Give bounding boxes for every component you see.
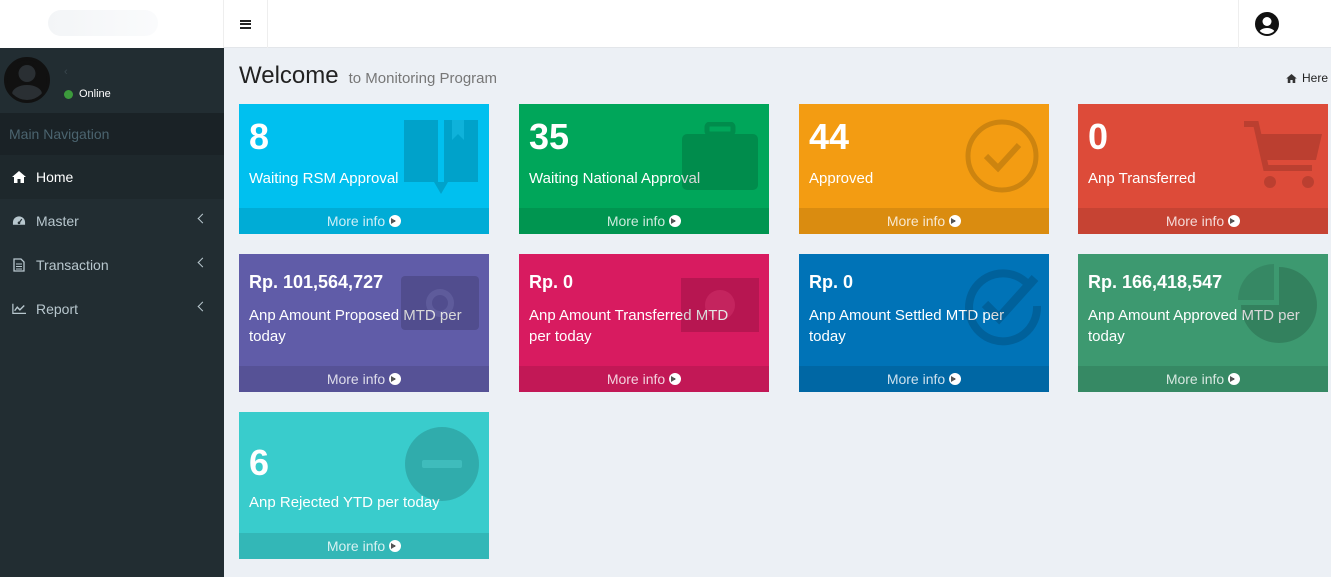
arrow-circle-right-icon <box>669 215 682 227</box>
camera-icon <box>401 276 479 330</box>
stat-value: 35 <box>529 116 570 157</box>
more-info-label: More info <box>326 538 386 554</box>
more-info-link[interactable]: More info <box>519 208 769 234</box>
status-label: Online <box>79 88 111 100</box>
sidebar-item-label: Report <box>36 301 79 317</box>
cart-icon <box>1244 121 1322 188</box>
more-info-link[interactable]: More info <box>799 366 1049 392</box>
arrow-circle-right-icon <box>389 215 402 227</box>
more-info-label: More info <box>606 371 666 387</box>
stat-box-waiting-national: 35 Waiting National Approval More info <box>519 104 769 234</box>
home-icon <box>1286 73 1297 83</box>
pie-chart-icon <box>1238 264 1317 343</box>
logo-image <box>48 10 158 36</box>
stat-box-anp-rejected: 6 Anp Rejected YTD per today More info <box>239 412 489 559</box>
more-info-label: More info <box>886 371 946 387</box>
more-info-label: More info <box>1165 371 1225 387</box>
user-menu-button[interactable] <box>1238 0 1331 48</box>
stat-box-approved: 44 Approved More info <box>799 104 1049 234</box>
sidebar-item-master[interactable]: Master <box>0 199 224 243</box>
more-info-link[interactable]: More info <box>239 366 489 392</box>
arrow-circle-right-icon <box>669 373 682 385</box>
sidebar-item-report[interactable]: Report <box>0 287 224 331</box>
dashboard-icon <box>12 214 26 228</box>
page-title: Welcome <box>239 62 339 89</box>
stat-box-amount-transferred: Rp. 0 Anp Amount Transferred MTD per tod… <box>519 254 769 392</box>
user-avatar-large-icon <box>4 57 50 103</box>
arrow-circle-right-icon <box>949 373 962 385</box>
arrow-circle-right-icon <box>1228 373 1241 385</box>
arrow-circle-right-icon <box>1228 215 1241 227</box>
more-info-label: More info <box>326 371 386 387</box>
minus-circle-icon <box>405 427 479 501</box>
chevron-left-icon <box>197 301 208 312</box>
user-avatar-icon <box>1255 12 1279 36</box>
more-info-label: More info <box>606 213 666 229</box>
sidebar-item-label: Home <box>36 169 74 185</box>
chevron-left-icon <box>197 213 208 224</box>
status-dot-icon <box>64 89 73 99</box>
arrow-circle-right-icon <box>389 540 402 552</box>
sidebar-item-label: Transaction <box>36 257 109 273</box>
more-info-label: More info <box>326 213 386 229</box>
breadcrumb-label: Here <box>1301 71 1328 85</box>
arrow-circle-right-icon <box>949 215 962 227</box>
logo[interactable] <box>0 0 224 48</box>
more-info-link[interactable]: More info <box>519 366 769 392</box>
money-icon <box>681 278 759 332</box>
more-info-link[interactable]: More info <box>1078 208 1328 234</box>
stat-box-anp-transferred: 0 Anp Transferred More info <box>1078 104 1328 234</box>
stat-value: 0 <box>1088 116 1109 157</box>
more-info-label: More info <box>1165 213 1225 229</box>
stat-value: 8 <box>249 116 270 157</box>
more-info-link[interactable]: More info <box>799 208 1049 234</box>
stat-value: Rp. 0 <box>809 272 854 292</box>
sidebar-item-transaction[interactable]: Transaction <box>0 243 224 287</box>
user-panel: ‹ Online <box>0 48 224 113</box>
content-header: Welcome to Monitoring Program <box>239 62 497 90</box>
more-info-link[interactable]: More info <box>1078 366 1328 392</box>
stat-value: Rp. 0 <box>529 272 574 292</box>
sidebar-item-label: Master <box>36 213 79 229</box>
more-info-link[interactable]: More info <box>239 208 489 234</box>
sidebar-toggle-button[interactable] <box>224 0 268 48</box>
more-info-link[interactable]: More info <box>239 533 489 559</box>
book-icon <box>404 120 478 194</box>
sidebar-item-home[interactable]: Home <box>0 155 224 199</box>
user-name-blurred: ‹ <box>64 66 68 78</box>
check-circle-outline-icon <box>965 269 1042 346</box>
top-header <box>0 0 1331 48</box>
breadcrumb[interactable]: Here <box>1286 71 1328 85</box>
stat-value: Rp. 166,418,547 <box>1088 272 1223 292</box>
bars-icon <box>240 19 251 29</box>
file-text-icon <box>12 258 26 272</box>
line-chart-icon <box>12 302 26 316</box>
chevron-left-icon <box>197 257 208 268</box>
briefcase-icon <box>682 122 758 190</box>
stat-box-waiting-rsm: 8 Waiting RSM Approval More info <box>239 104 489 234</box>
stat-box-amount-settled: Rp. 0 Anp Amount Settled MTD per today M… <box>799 254 1049 392</box>
arrow-circle-right-icon <box>389 373 402 385</box>
stat-value: 6 <box>249 442 270 483</box>
nav-header: Main Navigation <box>0 113 224 155</box>
stat-box-amount-proposed: Rp. 101,564,727 Anp Amount Proposed MTD … <box>239 254 489 392</box>
stat-box-amount-approved: Rp. 166,418,547 Anp Amount Approved MTD … <box>1078 254 1328 392</box>
stat-value: Rp. 101,564,727 <box>249 272 384 292</box>
more-info-label: More info <box>886 213 946 229</box>
home-icon <box>12 170 26 184</box>
check-circle-icon <box>965 119 1039 193</box>
stat-value: 44 <box>809 116 850 157</box>
user-status: Online <box>64 88 111 100</box>
sidebar: ‹ Online Main Navigation Home Master Tra… <box>0 48 224 577</box>
page-subtitle: to Monitoring Program <box>348 70 497 87</box>
